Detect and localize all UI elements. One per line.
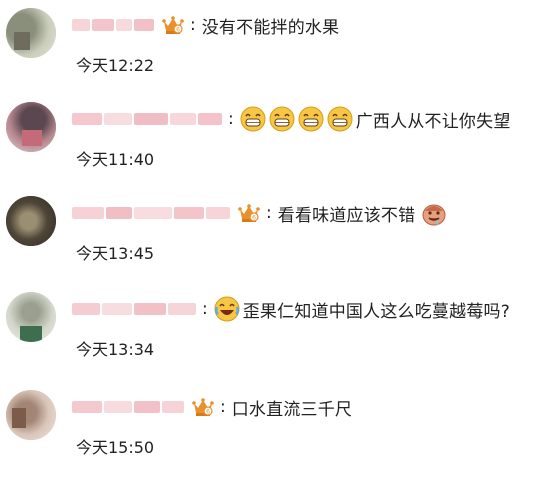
vip-crown-icon: 6 <box>162 14 184 36</box>
comment-time: 今天15:50 <box>76 438 155 457</box>
colon: : <box>228 109 234 129</box>
colon: : <box>190 15 196 35</box>
username[interactable] <box>72 112 222 126</box>
comment-line: 6 : 没有不能拌的水果 <box>72 12 339 38</box>
comment-line: 6 : 看看味道应该不错 <box>72 200 450 226</box>
svg-text:6: 6 <box>176 27 180 34</box>
comment-time: 今天13:45 <box>76 244 155 263</box>
comment-time: 今天11:40 <box>76 150 155 169</box>
colon: : <box>266 203 272 223</box>
laugh-cry-emoji <box>214 296 240 322</box>
comment-text: 广西人从不让你失望 <box>355 111 511 132</box>
colon: : <box>202 299 208 319</box>
comment-text: 歪果仁知道中国人这么吃蔓越莓吗? <box>242 301 510 322</box>
grin-emoji <box>240 106 266 132</box>
comment-item: : 广西人从不让你失望 今天11:40 <box>0 102 547 192</box>
svg-text:6: 6 <box>206 409 210 416</box>
comment-item: 6 : 没有不能拌的水果 今天12:22 <box>0 8 547 98</box>
avatar[interactable] <box>6 390 56 440</box>
comment-text: 看看味道应该不错 <box>277 205 416 226</box>
comment-time: 今天13:34 <box>76 340 155 359</box>
comment-text: 没有不能拌的水果 <box>201 17 340 38</box>
comment-text: 口水直流三千尺 <box>231 399 353 420</box>
avatar[interactable] <box>6 292 56 342</box>
comment-time: 今天12:22 <box>76 56 155 75</box>
avatar[interactable] <box>6 196 56 246</box>
username[interactable] <box>72 206 230 220</box>
username[interactable] <box>72 18 154 32</box>
comment-line: : 广西人从不让你失望 <box>72 106 511 132</box>
username[interactable] <box>72 400 184 414</box>
comment-item: 6 : 口水直流三千尺 今天15:50 <box>0 390 547 477</box>
comment-item: : 歪果仁知道中国人这么吃蔓越莓吗? 今天13:34 <box>0 292 547 382</box>
grin-emoji <box>269 106 295 132</box>
username[interactable] <box>72 302 196 316</box>
svg-text:6: 6 <box>252 215 256 222</box>
grin-emoji <box>327 106 353 132</box>
comment-item: 6 : 看看味道应该不错 今天13:45 <box>0 196 547 286</box>
comment-line: 6 : 口水直流三千尺 <box>72 394 352 420</box>
colon: : <box>220 397 226 417</box>
vip-crown-icon: 6 <box>238 202 260 224</box>
grin-emoji <box>298 106 324 132</box>
vip-crown-icon: 6 <box>192 396 214 418</box>
avatar[interactable] <box>6 8 56 58</box>
drooling-emoji <box>421 200 447 226</box>
avatar[interactable] <box>6 102 56 152</box>
comment-line: : 歪果仁知道中国人这么吃蔓越莓吗? <box>72 296 510 322</box>
